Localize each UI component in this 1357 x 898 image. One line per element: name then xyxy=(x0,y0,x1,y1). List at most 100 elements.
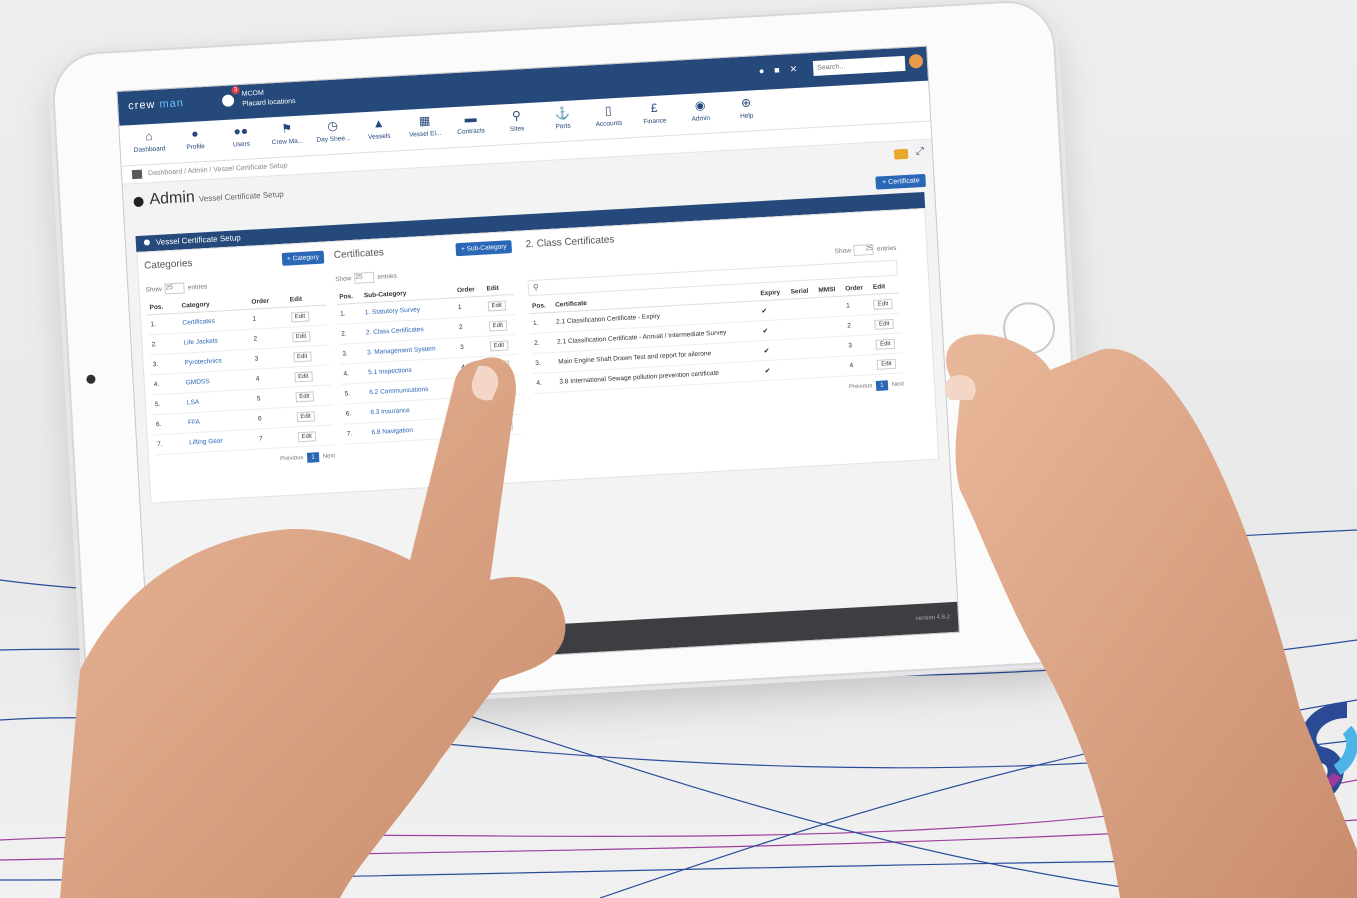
table-cell: 3 xyxy=(844,334,874,357)
warning-button[interactable] xyxy=(893,148,909,160)
column-header[interactable]: Pos. xyxy=(335,289,362,305)
table-cell xyxy=(791,357,821,380)
table-cell xyxy=(817,336,846,358)
table-cell xyxy=(815,296,844,318)
menu-label: Vessel El... xyxy=(409,129,442,139)
cell-text: 1 xyxy=(846,302,851,310)
cell-text: 2. Class Certificates xyxy=(365,326,424,337)
table-cell: 1 xyxy=(842,294,872,317)
page-icon xyxy=(133,196,144,208)
menu-item-ports[interactable]: ⚓ Ports xyxy=(539,100,587,143)
cell-text: Certificates xyxy=(182,317,216,327)
menu-label: Accounts xyxy=(595,119,623,129)
user-icon: ● xyxy=(190,126,199,141)
breadcrumb-text[interactable]: Dashboard / Admin / Vessel Certificate S… xyxy=(148,162,288,177)
edit-button[interactable]: Edit xyxy=(488,319,508,331)
table-cell: Edit xyxy=(485,314,517,337)
menu-item-contracts[interactable]: ▬ Contracts xyxy=(447,105,495,148)
table-cell: 2 xyxy=(843,314,873,337)
cell-text: 1. xyxy=(532,319,539,328)
menu-item-profile[interactable]: ● Profile xyxy=(171,120,219,163)
cell-text: 1. Statutory Survey xyxy=(364,306,421,317)
edit-button[interactable]: Edit xyxy=(290,311,310,323)
table-cell: 2 xyxy=(455,316,487,338)
prev-button[interactable]: Previous xyxy=(849,383,873,390)
expand-icon[interactable]: ⤢ xyxy=(916,146,925,157)
menu-item-vessel-el[interactable]: ▦ Vessel El... xyxy=(401,107,449,150)
menu-item-accounts[interactable]: ▯ Accounts xyxy=(585,97,633,140)
search-icon: ⚲ xyxy=(532,282,540,292)
app-logo[interactable]: crew man xyxy=(128,97,184,112)
add-certificate-button[interactable]: + Certificate xyxy=(875,173,927,190)
edit-button[interactable]: Edit xyxy=(873,298,893,310)
table-cell: 1. xyxy=(336,303,363,325)
add-category-button[interactable]: + Category xyxy=(281,250,325,266)
page-1-button[interactable]: 1 xyxy=(876,380,888,391)
table-cell xyxy=(788,297,817,320)
cell-text: 2 xyxy=(458,323,463,332)
panel-dot-icon xyxy=(143,239,151,246)
table-cell: Edit xyxy=(872,332,903,355)
calendar-icon: ▦ xyxy=(418,113,431,129)
cell-text: 1. xyxy=(150,321,157,329)
user-location: Placard locations xyxy=(242,97,296,108)
column-header[interactable]: Pos. xyxy=(528,298,553,314)
profile-avatar[interactable] xyxy=(908,53,924,69)
cell-text: 1 xyxy=(457,303,462,312)
crew-icon: ⚑ xyxy=(280,121,293,136)
search-input[interactable] xyxy=(812,55,906,76)
edit-button[interactable]: Edit xyxy=(874,318,894,330)
menu-item-help[interactable]: ⊕ Help xyxy=(722,90,770,133)
table-cell xyxy=(819,356,848,378)
edit-button[interactable]: Edit xyxy=(875,338,895,350)
menu-label: Crew Ma... xyxy=(271,137,304,147)
menu-label: Profile xyxy=(186,143,206,152)
table-cell: ✔ xyxy=(757,299,790,321)
menu-label: Day Shee... xyxy=(316,134,351,144)
lock-icon[interactable]: ■ xyxy=(774,64,790,75)
microphone-icon[interactable]: ● xyxy=(759,65,775,76)
menu-item-users[interactable]: ●● Users xyxy=(217,118,265,161)
left-hand xyxy=(60,357,566,898)
cell-text: 4 xyxy=(849,362,854,370)
fullscreen-icon[interactable]: ✕ xyxy=(789,63,807,74)
menu-label: Users xyxy=(232,140,251,149)
menu-item-crew-ma[interactable]: ⚑ Crew Ma... xyxy=(263,115,311,158)
table-cell: 1. xyxy=(529,312,554,334)
cell-text: ✔ xyxy=(761,307,768,315)
table-cell: Edit xyxy=(873,352,904,375)
table-cell xyxy=(789,317,818,340)
class-page-size[interactable]: 25 xyxy=(853,243,875,256)
menu-label: Dashboard xyxy=(133,145,166,155)
clock-icon: ◷ xyxy=(327,118,339,134)
menu-item-finance[interactable]: £ Finance xyxy=(631,95,679,138)
cell-text: ✔ xyxy=(764,367,771,375)
users-icon: ●● xyxy=(233,123,249,139)
pound-icon: £ xyxy=(650,100,658,116)
table-cell: ✔ xyxy=(761,359,793,381)
categories-page-size[interactable]: 25 xyxy=(164,282,186,295)
table-cell: 1 xyxy=(454,296,486,318)
page-subtitle: Vessel Certificate Setup xyxy=(198,189,284,204)
edit-button[interactable]: Edit xyxy=(487,300,507,312)
admin-icon: ◉ xyxy=(694,98,706,113)
edit-button[interactable]: Edit xyxy=(876,358,896,370)
next-button[interactable]: Next xyxy=(892,381,905,388)
menu-label: Contracts xyxy=(457,127,486,136)
table-cell xyxy=(816,316,845,338)
cell-text: 1. xyxy=(340,310,346,318)
menu-item-day-shee[interactable]: ◷ Day Shee... xyxy=(309,113,357,156)
menu-item-vessels[interactable]: ▲ Vessels xyxy=(355,110,403,153)
menu-item-dashboard[interactable]: ⌂ Dashboard xyxy=(125,123,173,166)
certificates-page-size[interactable]: 25 xyxy=(354,271,375,284)
home-icon[interactable] xyxy=(131,169,143,179)
menu-item-admin[interactable]: ◉ Admin xyxy=(676,92,724,135)
cell-text: 1 xyxy=(252,315,257,323)
table-cell: Edit xyxy=(871,313,902,335)
pin-icon: ⚲ xyxy=(511,108,522,123)
help-icon: ⊕ xyxy=(740,95,752,111)
cell-text: ✔ xyxy=(762,327,769,335)
menu-item-sites[interactable]: ⚲ Sites xyxy=(493,102,541,145)
cell-text: ✔ xyxy=(763,347,770,355)
top-toolbar-icons[interactable]: ●■✕ xyxy=(759,63,808,77)
